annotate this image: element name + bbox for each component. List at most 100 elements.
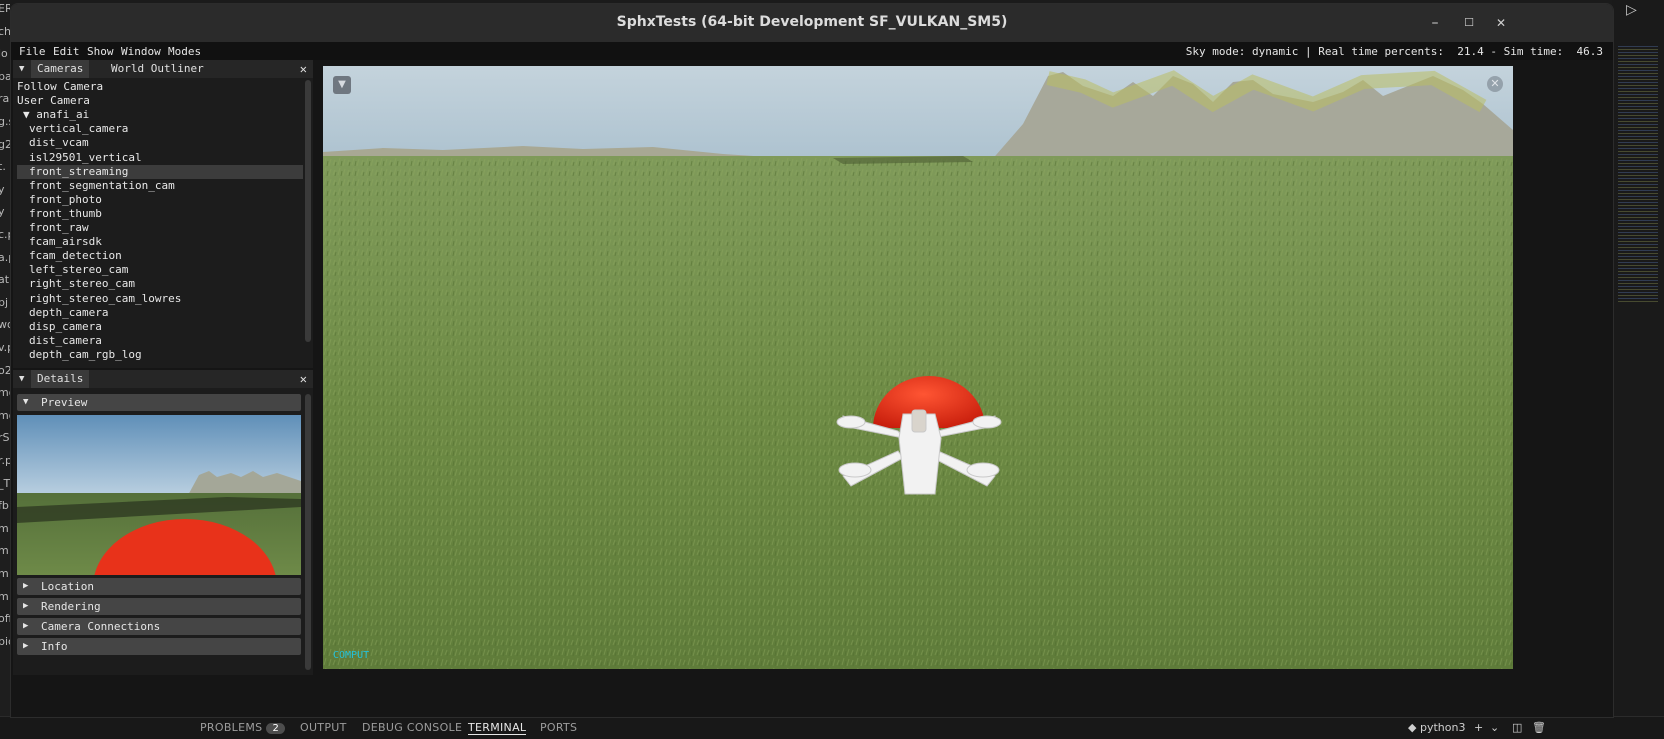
ide-code-fragment: y	[0, 205, 5, 219]
menu-window[interactable]: Window	[121, 45, 161, 58]
chevron-right-icon: ▶	[23, 641, 29, 651]
split-terminal-icon[interactable]: ◫	[1512, 721, 1522, 734]
chevron-right-icon: ▶	[23, 601, 29, 611]
status-readout: Sky mode: dynamic | Real time percents: …	[1185, 45, 1603, 58]
camera-list: Follow Camera User Camera ▼ anafi_ai vertic…	[13, 80, 303, 368]
tab-problems[interactable]: PROBLEMS 2	[200, 721, 286, 734]
camera-list-scrollbar[interactable]	[305, 80, 311, 342]
ide-code-fragment: fb	[0, 499, 9, 513]
terminal-name[interactable]: python3	[1420, 721, 1465, 734]
ide-code-fragment: off	[0, 612, 10, 626]
ide-code-fragment: pic.py	[0, 634, 10, 648]
ide-code-fragment: v.p	[0, 341, 10, 354]
app-window: SphxTests (64-bit Development SF_VULKAN_…	[10, 3, 1614, 718]
close-icon[interactable]: ✕	[300, 370, 307, 388]
camera-list-item[interactable]: fcam_detection	[17, 249, 303, 263]
ide-code-fragment: bj	[0, 295, 9, 309]
ide-code-fragment: o2	[0, 363, 10, 377]
camera-list-item[interactable]: front_photo	[17, 193, 303, 207]
ide-code-fragment: mo	[0, 408, 10, 422]
camera-preview-image	[17, 415, 301, 575]
ide-code-fragment: a.p	[0, 250, 10, 264]
ide-code-fragment: rS	[0, 431, 10, 445]
title-bar[interactable]: SphxTests (64-bit Development SF_VULKAN_…	[11, 4, 1613, 42]
tab-output[interactable]: OUTPUT	[300, 721, 347, 734]
viewport-menu-icon[interactable]: ▼	[333, 76, 351, 94]
ide-code-fragment: lo	[0, 47, 8, 61]
section-location[interactable]: ▶ Location	[17, 578, 301, 595]
section-preview[interactable]: ▼ Preview	[17, 394, 301, 411]
camera-list-item[interactable]: User Camera	[17, 94, 299, 108]
camera-list-item[interactable]: ▼ anafi_ai	[17, 108, 303, 122]
tab-terminal[interactable]: TERMINAL	[468, 721, 527, 735]
ide-code-fragment: at	[0, 273, 10, 287]
ide-code-fragment: ra	[0, 92, 10, 106]
camera-list-item[interactable]: front_segmentation_cam	[17, 179, 303, 193]
ide-code-fragment: wo	[0, 318, 10, 332]
section-camera-connections[interactable]: ▶ Camera Connections	[17, 618, 301, 635]
menu-file[interactable]: File	[19, 45, 46, 58]
ide-code-fragment: ch	[0, 24, 10, 38]
problems-count-badge: 2	[266, 723, 286, 734]
camera-list-item[interactable]: Follow Camera	[17, 80, 299, 94]
section-info[interactable]: ▶ Info	[17, 638, 301, 655]
run-icon[interactable]: ▷	[1626, 2, 1637, 18]
ide-code-fragment: m	[0, 544, 9, 558]
details-scrollbar[interactable]	[305, 394, 311, 670]
camera-list-item[interactable]: dist_vcam	[17, 136, 303, 150]
camera-list-item[interactable]: front_raw	[17, 221, 303, 235]
ide-code-fragment: _T	[0, 476, 10, 490]
menu-edit[interactable]: Edit	[53, 45, 80, 58]
collapse-arrow-icon[interactable]: ▼	[19, 370, 24, 388]
minimize-button[interactable]: –	[1425, 13, 1445, 33]
ide-code-fragment: g2	[0, 137, 10, 151]
chevron-right-icon: ▶	[23, 581, 29, 591]
tab-details[interactable]: Details	[31, 370, 90, 388]
window-title: SphxTests (64-bit Development SF_VULKAN_…	[616, 14, 1008, 30]
camera-list-item[interactable]: right_stereo_cam_lowres	[17, 292, 303, 306]
camera-list-item[interactable]: fcam_airsdk	[17, 235, 303, 249]
camera-list-item[interactable]: disp_camera	[17, 320, 303, 334]
ide-code-fragment: c.p	[0, 228, 10, 241]
ide-code-fragment: m	[0, 589, 9, 603]
tab-cameras[interactable]: Cameras	[31, 60, 90, 78]
camera-list-item[interactable]: left_stereo_cam	[17, 263, 303, 277]
maximize-button[interactable]: ☐	[1459, 13, 1479, 33]
ide-code-fragment: r.p	[0, 454, 10, 467]
close-button[interactable]: ✕	[1491, 13, 1511, 33]
tab-debug-console[interactable]: DEBUG CONSOLE	[362, 721, 462, 734]
cameras-panel: ▼ Cameras World Outliner ✕ Follow Camera…	[13, 60, 313, 368]
cameras-tabbar: ▼ Cameras World Outliner ✕	[13, 60, 313, 78]
camera-list-item[interactable]: front_thumb	[17, 207, 303, 221]
camera-list-item[interactable]: right_stereo_cam	[17, 277, 303, 291]
menu-bar: File Edit Show Window Modes Sky mode: dy…	[11, 42, 1613, 60]
camera-list-item[interactable]: isl29501_vertical	[17, 151, 303, 165]
details-tabbar: ▼ Details ✕	[13, 370, 313, 388]
camera-list-item[interactable]: depth_cam_rgb_log	[17, 348, 303, 362]
menu-show[interactable]: Show	[87, 45, 114, 58]
camera-list-item[interactable]: vertical_camera	[17, 122, 303, 136]
new-terminal-icon[interactable]: +	[1474, 721, 1483, 734]
tab-ports[interactable]: PORTS	[540, 721, 577, 734]
chevron-right-icon: ▶	[23, 621, 29, 631]
close-icon[interactable]: ✕	[300, 60, 307, 78]
section-rendering[interactable]: ▶ Rendering	[17, 598, 301, 615]
trash-icon[interactable]: 🗑	[1532, 721, 1546, 734]
ide-code-fragment: m	[0, 567, 9, 580]
ide-code-fragment: m	[0, 521, 9, 535]
details-panel: ▼ Details ✕ ▼ Preview ▶ Location ▶ Renderin…	[13, 370, 313, 675]
terminal-icon[interactable]: ◆	[1408, 721, 1416, 734]
menu-modes[interactable]: Modes	[168, 45, 201, 58]
tab-world-outliner[interactable]: World Outliner	[105, 60, 210, 78]
ide-minimap: ▷	[1612, 0, 1664, 738]
3d-viewport[interactable]: ▼ ✕ COMPUT	[323, 66, 1513, 669]
collapse-arrow-icon[interactable]: ▼	[19, 60, 24, 78]
camera-list-item[interactable]: dist_camera	[17, 334, 303, 348]
camera-list-item[interactable]: front_streaming	[17, 164, 303, 179]
preview-scene	[17, 415, 301, 575]
minimap-content[interactable]	[1618, 44, 1658, 304]
viewport-close-icon[interactable]: ✕	[1487, 76, 1503, 92]
chevron-down-icon[interactable]: ⌄	[1490, 721, 1499, 734]
ide-code-fragment: ER	[0, 2, 10, 15]
camera-list-item[interactable]: depth_camera	[17, 306, 303, 320]
